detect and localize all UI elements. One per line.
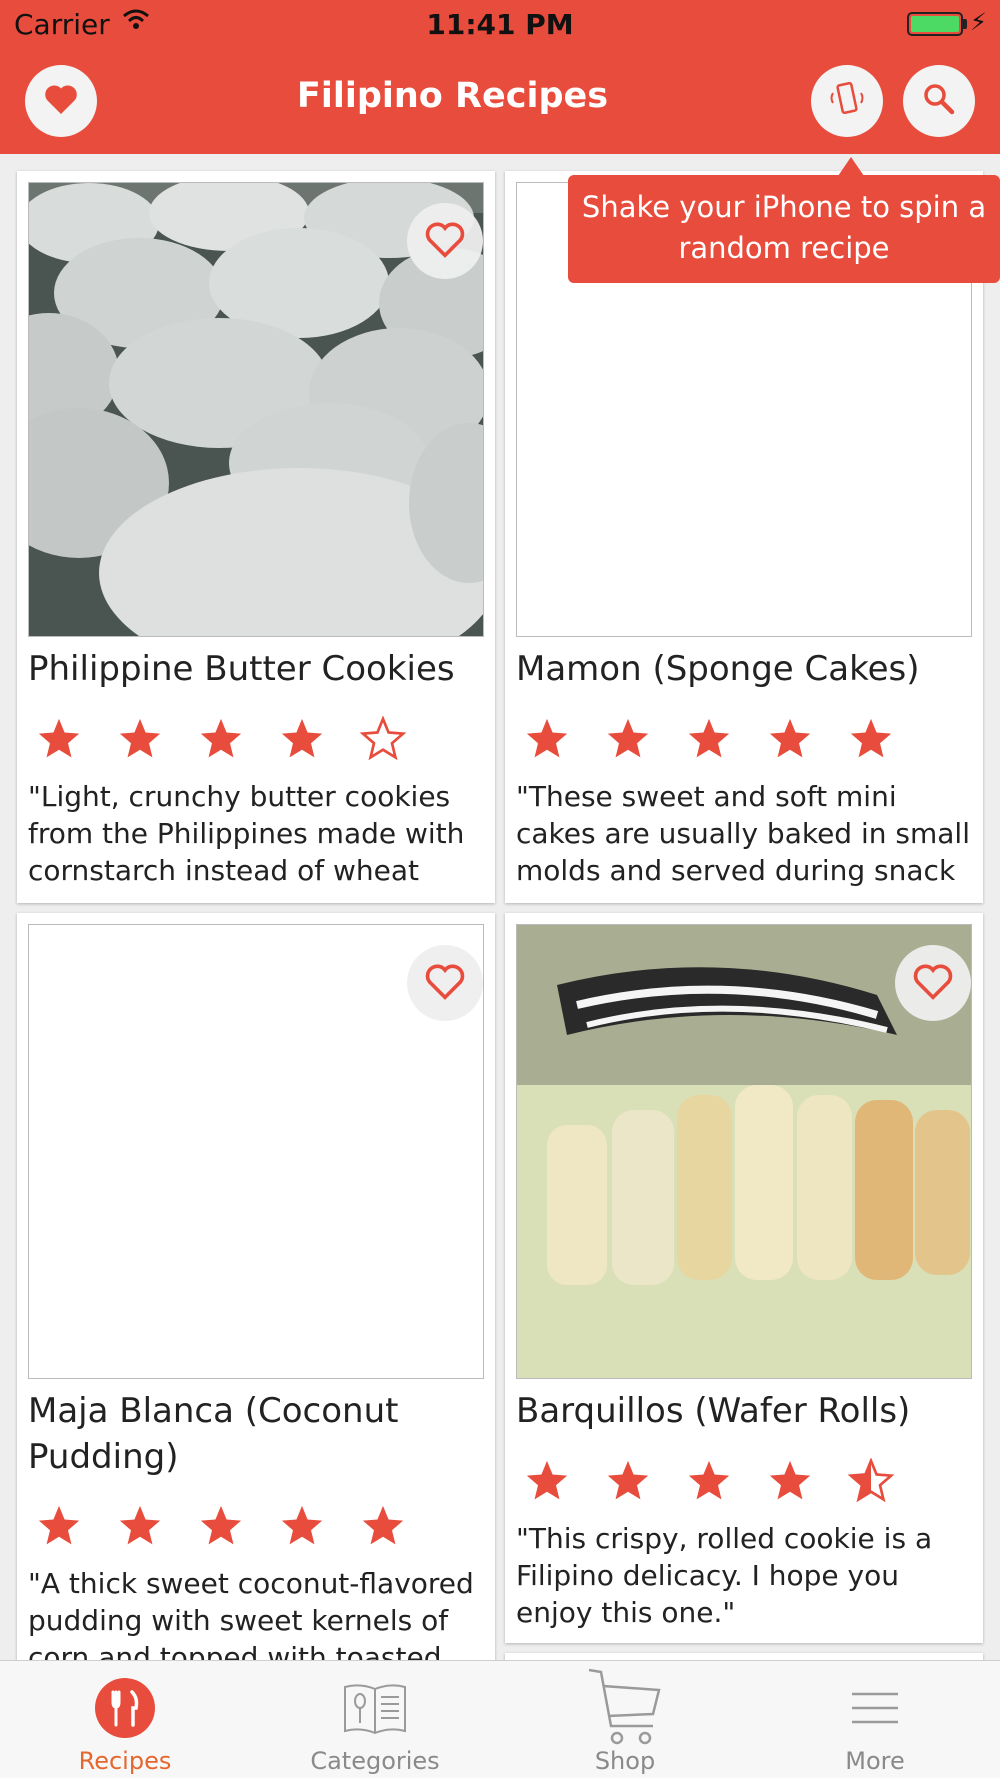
status-bar: Carrier 11:41 PM ⚡ xyxy=(0,0,1000,50)
favorite-toggle-button[interactable] xyxy=(895,945,971,1021)
star-full-icon xyxy=(769,718,811,758)
heart-outline-icon xyxy=(423,961,467,1005)
star-full-icon xyxy=(200,718,242,758)
page-title: Filipino Recipes xyxy=(296,76,609,116)
tab-shop[interactable]: Shop xyxy=(500,1661,750,1778)
star-full-icon xyxy=(362,1505,404,1545)
shake-tooltip[interactable]: Shake your iPhone to spin a random recip… xyxy=(568,175,1000,283)
navigation-bar: Carrier 11:41 PM ⚡ Filipino Recipes xyxy=(0,0,1000,154)
tooltip-arrow xyxy=(838,157,864,176)
recipe-description: "This crispy, rolled cookie is a Filipin… xyxy=(516,1522,933,1629)
recipe-title: Maja Blanca (Coconut Pudding) xyxy=(28,1391,399,1477)
star-half-icon xyxy=(848,1458,894,1503)
star-full-icon xyxy=(769,1460,811,1500)
star-full-icon xyxy=(688,718,730,758)
tab-label: More xyxy=(845,1747,905,1775)
star-rating xyxy=(28,1503,406,1549)
menu-lines-icon xyxy=(835,1673,915,1743)
star-full-icon xyxy=(281,1505,323,1545)
recipe-card[interactable]: Barquillos (Wafer Rolls) "This crispy, r… xyxy=(505,913,983,1643)
battery-icon xyxy=(907,12,963,36)
star-full-icon xyxy=(526,718,568,758)
tab-label: Categories xyxy=(310,1747,440,1775)
star-full-icon xyxy=(38,1505,80,1545)
star-full-icon xyxy=(688,1460,730,1500)
recipe-card[interactable]: Maja Blanca (Coconut Pudding) "A thick s… xyxy=(17,913,495,1679)
fork-knife-icon xyxy=(85,1673,165,1743)
recipe-card[interactable]: Philippine Butter Cookies "Light, crunch… xyxy=(17,171,495,903)
star-full-icon xyxy=(607,718,649,758)
favorite-toggle-button[interactable] xyxy=(407,203,483,279)
charging-icon: ⚡ xyxy=(970,8,987,36)
star-full-icon xyxy=(200,1505,242,1545)
shopping-cart-icon xyxy=(585,1668,665,1745)
recipe-title: Mamon (Sponge Cakes) xyxy=(516,649,920,689)
shake-random-button[interactable] xyxy=(811,65,883,137)
star-full-icon xyxy=(38,718,80,758)
favorite-toggle-button[interactable] xyxy=(407,945,483,1021)
star-full-icon xyxy=(281,718,323,758)
heart-outline-icon xyxy=(911,961,955,1005)
recipe-description: "Light, crunchy butter cookies from the … xyxy=(28,780,465,892)
recipe-title: Barquillos (Wafer Rolls) xyxy=(516,1391,911,1431)
star-rating xyxy=(516,1458,894,1504)
star-full-icon xyxy=(850,718,892,758)
tab-categories[interactable]: Categories xyxy=(250,1661,500,1778)
shake-phone-icon xyxy=(827,79,867,123)
tab-recipes[interactable]: Recipes xyxy=(0,1661,250,1778)
tab-bar: Recipes Categories Shop More xyxy=(0,1660,1000,1778)
recipe-description: "These sweet and soft mini cakes are usu… xyxy=(516,780,970,892)
star-empty-icon xyxy=(360,716,406,761)
tab-label: Shop xyxy=(594,1747,656,1775)
star-rating xyxy=(28,716,406,762)
recipe-book-icon xyxy=(335,1673,415,1743)
star-rating xyxy=(516,716,894,762)
star-full-icon xyxy=(119,718,161,758)
star-full-icon xyxy=(526,1460,568,1500)
search-button[interactable] xyxy=(903,65,975,137)
search-icon xyxy=(922,82,956,120)
heart-outline-icon xyxy=(423,219,467,263)
tab-label: Recipes xyxy=(78,1747,172,1775)
recipe-title: Philippine Butter Cookies xyxy=(28,649,455,689)
star-full-icon xyxy=(607,1460,649,1500)
star-full-icon xyxy=(119,1505,161,1545)
tab-more[interactable]: More xyxy=(750,1661,1000,1778)
status-time: 11:41 PM xyxy=(426,8,574,41)
